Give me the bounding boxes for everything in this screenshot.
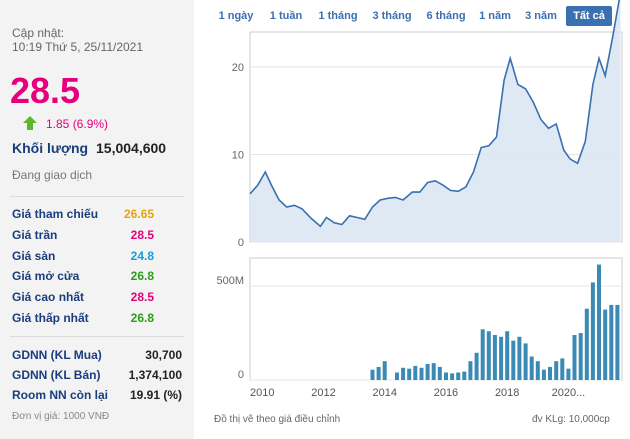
volume-bar — [419, 367, 424, 380]
volume-bar — [401, 367, 406, 380]
volume-bar — [609, 304, 614, 380]
volume-bar — [597, 264, 601, 380]
volume-bar — [450, 373, 455, 380]
chart-footnote: Đồ thị vẽ theo giá điều chỉnh — [214, 414, 341, 425]
volume-bar — [523, 343, 528, 380]
volume-bar — [437, 366, 442, 380]
volume-plot-area — [249, 257, 623, 381]
volume-unit-note: đv KLg: 10,000cp — [532, 414, 610, 425]
volume-bar — [505, 331, 510, 380]
x-tick-label: 2012 — [311, 387, 335, 399]
volume-bar — [480, 329, 485, 380]
volume-bar — [444, 372, 448, 380]
price-y-tick-label: 20 — [232, 62, 244, 74]
volume-bar — [486, 331, 491, 380]
volume-bar — [431, 363, 436, 380]
x-tick-label: 2018 — [495, 387, 519, 399]
volume-bar — [468, 361, 473, 380]
price-y-tick-label: 0 — [238, 237, 244, 249]
volume-y-tick-label: 0 — [238, 369, 244, 381]
volume-bar — [541, 369, 546, 380]
x-tick-label: 2014 — [372, 387, 396, 399]
volume-bar — [499, 336, 504, 380]
volume-bar — [517, 336, 522, 380]
volume-bar — [376, 366, 381, 380]
volume-bar — [529, 356, 534, 380]
volume-bar — [425, 364, 430, 380]
volume-bar — [548, 366, 552, 380]
volume-bar — [578, 333, 583, 380]
volume-bar — [590, 282, 595, 380]
volume-bar — [382, 361, 387, 380]
x-tick-label: 2016 — [434, 387, 458, 399]
volume-bar — [474, 352, 479, 380]
volume-bar — [572, 335, 577, 380]
volume-bar — [560, 358, 565, 380]
volume-bar — [395, 372, 399, 380]
volume-bar — [603, 309, 608, 380]
price-volume-chart: 0 10 20 0 500M 2010 2012 2014 2016 2018 2020... — [216, 0, 623, 399]
volume-bar — [370, 369, 375, 380]
volume-bar — [492, 335, 497, 380]
volume-bar — [407, 368, 412, 380]
volume-bar — [615, 304, 620, 380]
volume-bar — [535, 361, 540, 380]
volume-bar — [566, 368, 571, 380]
volume-y-tick-label: 500M — [216, 275, 244, 287]
x-tick-label: 2010 — [250, 387, 274, 399]
volume-bar — [462, 371, 467, 380]
x-tick-label: 2020... — [552, 387, 586, 399]
volume-bar — [413, 365, 418, 380]
volume-bar — [511, 340, 516, 380]
volume-bar — [554, 361, 559, 380]
volume-bar — [584, 308, 589, 380]
volume-bar — [456, 372, 461, 380]
price-y-tick-label: 10 — [232, 150, 244, 162]
